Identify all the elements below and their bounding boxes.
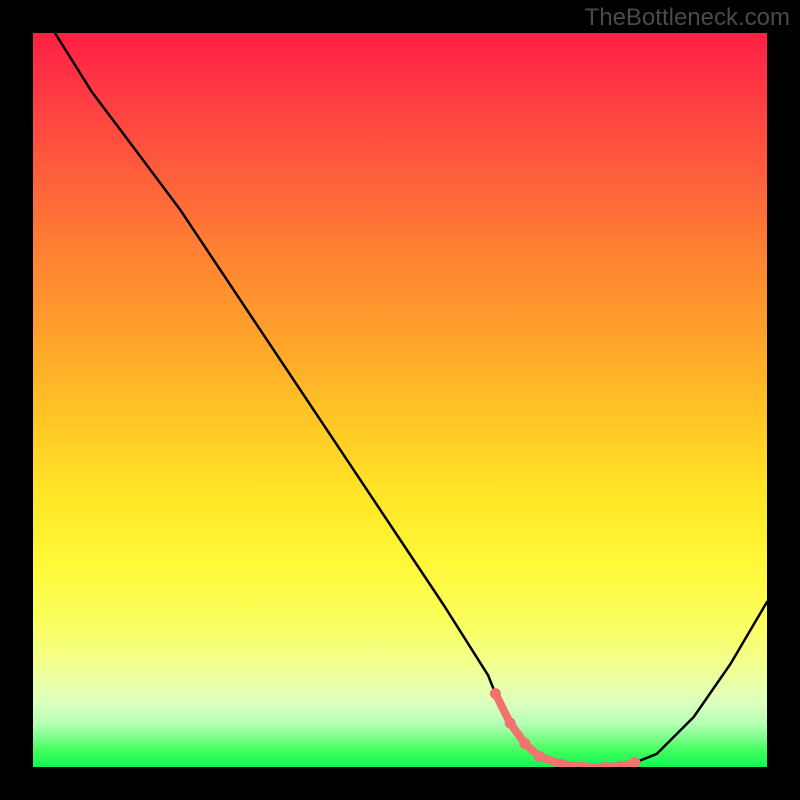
plot-gradient-background (33, 33, 767, 767)
chart-root: TheBottleneck.com (0, 0, 800, 800)
watermark-text: TheBottleneck.com (585, 4, 790, 32)
